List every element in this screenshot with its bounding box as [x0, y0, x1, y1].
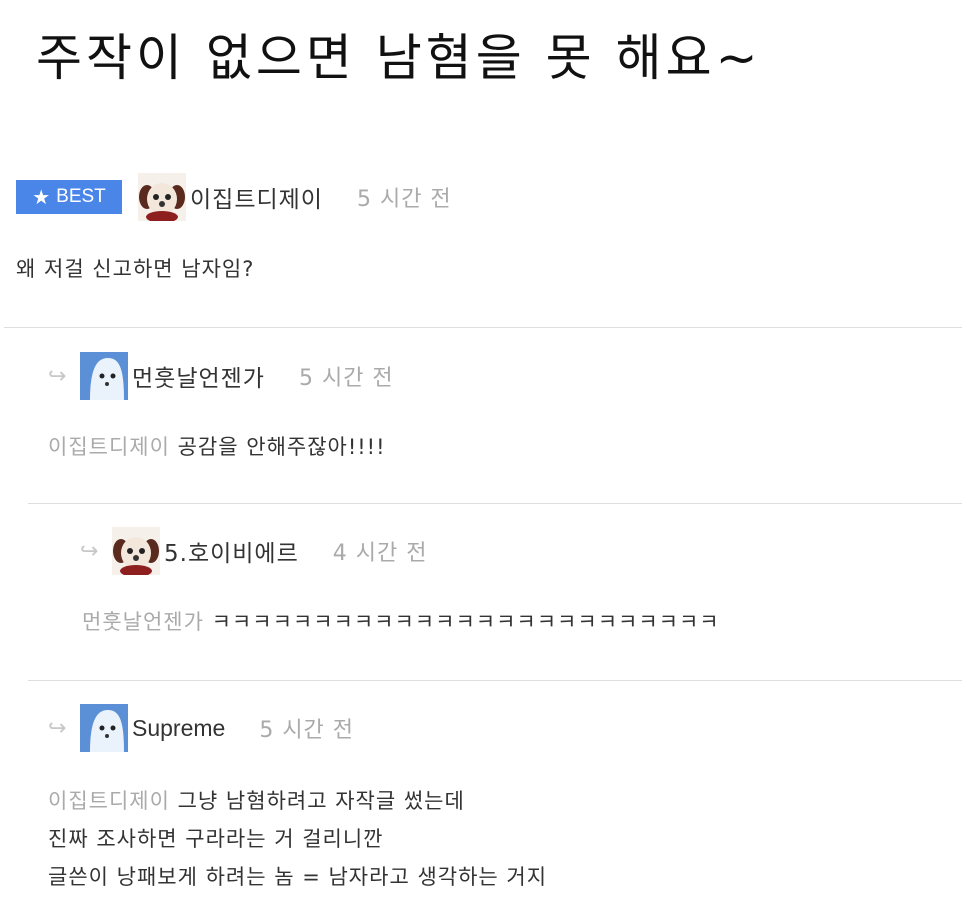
comment-text: 왜 저걸 신고하면 남자임? [16, 257, 255, 281]
comment-meta: ↪ 5.호이비에르 4 시간 전 [80, 527, 427, 575]
comment-line: 이집트디제이 그냥 남혐하려고 자작글 썼는데 [48, 782, 547, 820]
comment-time: 5 시간 전 [298, 366, 394, 391]
ghost-avatar-icon[interactable] [80, 704, 128, 752]
reply-arrow-icon: ↪ [80, 538, 99, 564]
dog-avatar-icon[interactable] [112, 527, 160, 575]
reply-arrow-icon: ↪ [48, 363, 67, 389]
comment-body: 왜 저걸 신고하면 남자임? [16, 250, 254, 288]
comment-meta: ★ BEST 이집트디제이 5 시간 전 [16, 173, 452, 221]
comment-time: 5 시간 전 [259, 718, 355, 743]
comment-mention[interactable]: 이집트디제이 [48, 435, 170, 459]
star-icon: ★ [32, 186, 51, 209]
divider [4, 327, 962, 328]
comment-author[interactable]: 먼훗날언젠가 [132, 359, 265, 393]
comment-line: 이집트디제이 공감을 안해주잖아!!!! [48, 428, 386, 466]
comment-body: 먼훗날언젠가 ㅋㅋㅋㅋㅋㅋㅋㅋㅋㅋㅋㅋㅋㅋㅋㅋㅋㅋㅋㅋㅋㅋㅋㅋㅋ [82, 603, 720, 641]
comment-mention[interactable]: 이집트디제이 [48, 789, 170, 813]
comment-line: 왜 저걸 신고하면 남자임? [16, 250, 254, 288]
comment-body: 이집트디제이 공감을 안해주잖아!!!! [48, 428, 386, 466]
reply-arrow-icon: ↪ [48, 715, 67, 741]
comment-author[interactable]: Supreme [132, 715, 225, 742]
comment-text: 글쓴이 낭패보게 하려는 놈 = 남자라고 생각하는 거지 [48, 865, 548, 889]
divider [28, 503, 962, 504]
comment-author[interactable]: 5.호이비에르 [164, 534, 299, 568]
comment-line: 진짜 조사하면 구라라는 거 걸리니깐 [48, 820, 547, 858]
comment-time: 5 시간 전 [356, 187, 452, 212]
comment-text: ㅋㅋㅋㅋㅋㅋㅋㅋㅋㅋㅋㅋㅋㅋㅋㅋㅋㅋㅋㅋㅋㅋㅋㅋㅋ [211, 610, 720, 634]
comment-line: 먼훗날언젠가 ㅋㅋㅋㅋㅋㅋㅋㅋㅋㅋㅋㅋㅋㅋㅋㅋㅋㅋㅋㅋㅋㅋㅋㅋㅋ [82, 603, 720, 641]
comment-text: 공감을 안해주잖아!!!! [177, 435, 386, 459]
comment-text: 그냥 남혐하려고 자작글 썼는데 [177, 789, 465, 813]
comment-line: 글쓴이 낭패보게 하려는 놈 = 남자라고 생각하는 거지 [48, 858, 547, 896]
comment-time: 4 시간 전 [332, 541, 428, 566]
ghost-avatar-icon[interactable] [80, 352, 128, 400]
comment-meta: ↪ 먼훗날언젠가 5 시간 전 [48, 352, 394, 400]
dog-avatar-icon[interactable] [138, 173, 186, 221]
comment-meta: ↪ Supreme 5 시간 전 [48, 704, 354, 752]
comment-text: 진짜 조사하면 구라라는 거 걸리니깐 [48, 827, 384, 851]
best-label: BEST [56, 186, 106, 207]
comment-body: 이집트디제이 그냥 남혐하려고 자작글 썼는데 진짜 조사하면 구라라는 거 걸… [48, 782, 547, 896]
comment-mention[interactable]: 먼훗날언젠가 [82, 610, 204, 634]
comment-author[interactable]: 이집트디제이 [190, 180, 323, 214]
page-title: 주작이 없으면 남혐을 못 해요~ [36, 29, 762, 87]
divider [28, 680, 962, 681]
best-badge: ★ BEST [16, 180, 122, 214]
